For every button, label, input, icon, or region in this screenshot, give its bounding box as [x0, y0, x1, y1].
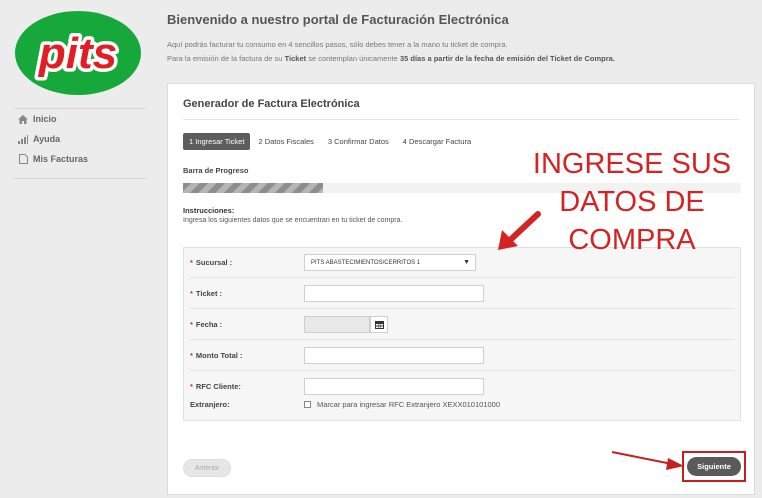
extranjero-checkbox-label[interactable]: Marcar para ingresar RFC Extranjero XEXX…: [317, 400, 500, 409]
sucursal-label: * Sucursal :: [190, 258, 233, 267]
sidebar-item-mis-facturas[interactable]: Mis Facturas: [14, 149, 146, 169]
step-datos-fiscales[interactable]: 2 Datos Fiscales: [252, 133, 319, 150]
svg-text:pits: pits: [38, 29, 117, 78]
annotation-text: INGRESE SUS DATOS DE COMPRA: [512, 145, 752, 259]
ticket-label: * Ticket :: [190, 289, 223, 298]
sidebar-divider: [14, 178, 146, 179]
monto-label: * Monto Total :: [190, 351, 243, 360]
step-descargar-factura[interactable]: 4 Descargar Factura: [397, 133, 477, 150]
file-icon: [17, 154, 29, 164]
pointer-arrow-icon: [611, 451, 684, 470]
sidebar-item-label: Inicio: [33, 114, 57, 124]
next-button-highlight: Siguiente: [682, 451, 746, 482]
annotation-line: DATOS DE: [559, 186, 705, 218]
form-row-monto: * Monto Total :: [190, 341, 735, 371]
rfc-input[interactable]: [304, 378, 484, 395]
chevron-down-icon: ▼: [463, 259, 470, 266]
step-ingresar-ticket[interactable]: 1 Ingresar Ticket: [183, 133, 251, 150]
extranjero-label: Extranjero:: [190, 400, 230, 409]
progress-fill: [183, 183, 323, 193]
sucursal-select[interactable]: PITS ABASTECIMIENTOS/CERRITOS 1 ▼: [304, 254, 476, 271]
sidebar-nav: Inicio Ayuda Mis Facturas: [14, 108, 146, 169]
monto-input[interactable]: [304, 347, 484, 364]
form-row-ticket: * Ticket :: [190, 279, 735, 309]
fecha-label: * Fecha :: [190, 320, 223, 329]
form-row-rfc: * RFC Cliente:: [190, 372, 735, 402]
sidebar-item-inicio[interactable]: Inicio: [14, 109, 146, 129]
prev-button[interactable]: Anterior: [183, 459, 231, 477]
home-icon: [17, 114, 29, 124]
page-title: Bienvenido a nuestro portal de Facturaci…: [167, 12, 509, 27]
ticket-input[interactable]: [304, 285, 484, 302]
annotation-line: INGRESE SUS: [532, 148, 732, 180]
pits-logo: pits pits: [15, 11, 141, 95]
intro-note: Para la emisión de la factura de su Tick…: [167, 54, 615, 63]
step-confirmar-datos[interactable]: 3 Confirmar Datos: [322, 133, 395, 150]
form-row-fecha: * Fecha :: [190, 310, 735, 340]
calendar-button[interactable]: [370, 316, 388, 333]
calendar-icon: [374, 320, 384, 329]
wizard-steps: 1 Ingresar Ticket 2 Datos Fiscales 3 Con…: [183, 133, 477, 150]
sidebar-item-label: Ayuda: [33, 134, 61, 144]
card-divider: [183, 119, 739, 120]
sidebar-item-ayuda[interactable]: Ayuda: [14, 129, 146, 149]
progress-label: Barra de Progreso: [183, 166, 249, 175]
rfc-label: * RFC Cliente:: [190, 382, 241, 391]
extranjero-checkbox[interactable]: [304, 401, 311, 408]
card-title: Generador de Factura Electrónica: [183, 98, 360, 110]
annotation-line: COMPRA: [568, 224, 696, 256]
annotation-arrow-icon: [498, 211, 541, 250]
sidebar-item-label: Mis Facturas: [33, 154, 89, 164]
instructions-title: Instrucciones:: [183, 206, 235, 215]
sucursal-selected-value: PITS ABASTECIMIENTOS/CERRITOS 1: [311, 259, 421, 266]
bar-chart-icon: [17, 134, 29, 144]
instructions-text: Ingresa los siguientes datos que se encu…: [183, 217, 403, 224]
intro-text: Aquí podrás facturar tu consumo en 4 sen…: [167, 40, 508, 49]
ticket-form: * Sucursal : PITS ABASTECIMIENTOS/CERRITO…: [183, 247, 741, 421]
sidebar: pits pits Inicio Ayuda Mis Facturas: [0, 0, 150, 498]
fecha-input[interactable]: [304, 316, 370, 333]
next-button[interactable]: Siguiente: [687, 457, 741, 476]
